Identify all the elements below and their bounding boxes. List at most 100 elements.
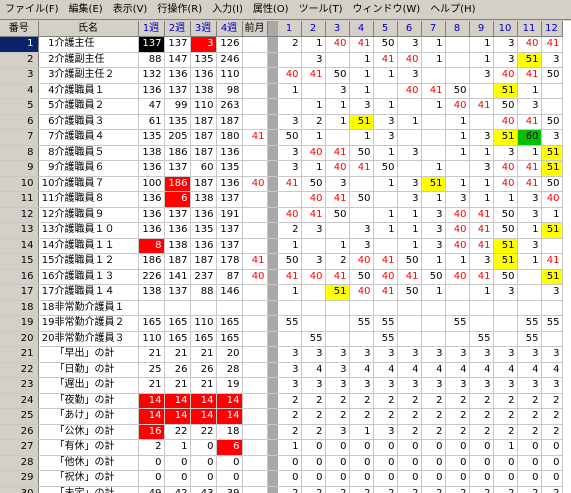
day-shift-cell[interactable]: 55 (445, 315, 470, 332)
day-shift-cell[interactable]: 3 (325, 176, 350, 192)
day-shift-cell[interactable]: 50 (493, 207, 518, 223)
day-shift-cell[interactable]: 50 (493, 222, 518, 239)
prev-month-cell[interactable] (242, 238, 268, 254)
staff-name-cell[interactable]: 9介護職員６ (38, 160, 139, 177)
day-shift-cell[interactable]: 3 (493, 346, 518, 363)
column-header[interactable]: 2 (301, 21, 326, 37)
week-total-cell[interactable]: 47 (138, 98, 165, 115)
day-shift-cell[interactable]: 4 (541, 362, 563, 378)
day-shift-cell[interactable]: 40 (445, 222, 470, 239)
week-total-cell[interactable]: 147 (164, 52, 191, 68)
day-shift-cell[interactable]: 3 (373, 424, 398, 440)
day-shift-cell[interactable]: 55 (517, 331, 542, 347)
day-shift-cell[interactable]: 41 (277, 269, 302, 285)
table-row[interactable]: 4 4介護職員１ 136 137 138 98 1 3 1 40 41 50 51 1 (0, 83, 563, 99)
table-row[interactable]: 16 16介護職員１３ 226 141 237 87 40 41 40 41 50 40 41 50 40 4… (0, 269, 563, 285)
week-total-cell[interactable]: 19 (216, 377, 243, 394)
day-shift-cell[interactable]: 50 (493, 98, 518, 115)
day-shift-cell[interactable] (301, 315, 326, 332)
day-shift-cell[interactable]: 3 (277, 145, 302, 161)
day-shift-cell[interactable]: 40 (445, 207, 470, 223)
prev-month-cell[interactable] (242, 207, 268, 223)
day-shift-cell[interactable]: 3 (301, 253, 326, 270)
day-shift-cell[interactable]: 3 (277, 160, 302, 177)
day-shift-cell[interactable]: 1 (445, 176, 470, 192)
week-total-cell[interactable]: 178 (216, 253, 243, 270)
prev-month-cell[interactable] (242, 145, 268, 161)
day-shift-cell[interactable]: 50 (373, 36, 398, 53)
day-shift-cell[interactable]: 3 (541, 52, 563, 68)
day-shift-cell[interactable]: 2 (277, 408, 302, 425)
table-row[interactable]: 10 10介護職員７ 100 186 187 136 40 41 50 3 1 3 51 1 1 40 41 50 (0, 176, 563, 192)
day-shift-cell[interactable]: 0 (277, 470, 302, 487)
staff-name-cell[interactable]: 14介護職員１１ (38, 238, 139, 254)
week-total-cell[interactable]: 146 (216, 284, 243, 301)
week-total-cell[interactable]: 138 (190, 83, 217, 99)
week-total-cell[interactable]: 136 (216, 145, 243, 161)
day-shift-cell[interactable]: 3 (469, 129, 494, 146)
day-shift-cell[interactable]: 4 (349, 362, 374, 378)
table-row[interactable]: 19 19非常勤介護員２ 165 165 110 165 55 55 55 55 55 55 (0, 315, 563, 332)
day-shift-cell[interactable]: 1 (469, 191, 494, 208)
day-shift-cell[interactable] (301, 284, 326, 301)
column-header[interactable]: 6 (397, 21, 422, 37)
day-shift-cell[interactable]: 2 (397, 486, 422, 493)
day-shift-cell[interactable]: 41 (325, 191, 350, 208)
staff-name-cell[interactable]: 4介護職員１ (38, 83, 139, 99)
week-total-cell[interactable]: 8 (138, 238, 165, 254)
week-total-cell[interactable]: 26 (190, 362, 217, 378)
day-shift-cell[interactable]: 2 (301, 424, 326, 440)
week-total-cell[interactable]: 165 (164, 331, 191, 347)
day-shift-cell[interactable]: 41 (517, 67, 542, 84)
day-shift-cell[interactable]: 51 (541, 269, 563, 285)
day-shift-cell[interactable]: 2 (301, 393, 326, 409)
day-shift-cell[interactable]: 2 (421, 424, 446, 440)
day-shift-cell[interactable] (277, 52, 302, 68)
day-shift-cell[interactable]: 40 (325, 160, 350, 177)
day-shift-cell[interactable] (541, 83, 563, 99)
day-shift-cell[interactable]: 3 (541, 377, 563, 394)
staff-name-cell[interactable]: 「日勤」の計 (38, 362, 139, 378)
day-shift-cell[interactable]: 1 (421, 160, 446, 177)
day-shift-cell[interactable]: 2 (445, 424, 470, 440)
day-shift-cell[interactable]: 1 (493, 439, 518, 456)
row-number[interactable]: 15 (0, 253, 39, 270)
week-total-cell[interactable]: 22 (190, 424, 217, 440)
day-shift-cell[interactable]: 3 (517, 191, 542, 208)
day-shift-cell[interactable]: 55 (277, 315, 302, 332)
day-shift-cell[interactable]: 1 (445, 129, 470, 146)
column-header[interactable] (267, 21, 278, 37)
day-shift-cell[interactable] (445, 300, 470, 316)
row-number[interactable]: 20 (0, 331, 39, 347)
week-total-cell[interactable]: 187 (190, 114, 217, 130)
day-shift-cell[interactable]: 2 (517, 486, 542, 493)
week-total-cell[interactable]: 25 (138, 362, 165, 378)
week-total-cell[interactable]: 14 (190, 408, 217, 425)
day-shift-cell[interactable]: 2 (541, 408, 563, 425)
day-shift-cell[interactable]: 2 (541, 393, 563, 409)
row-number[interactable]: 21 (0, 346, 39, 363)
day-shift-cell[interactable]: 60 (517, 129, 542, 146)
day-shift-cell[interactable]: 2 (421, 486, 446, 493)
day-shift-cell[interactable] (469, 83, 494, 99)
day-shift-cell[interactable]: 50 (493, 269, 518, 285)
day-shift-cell[interactable]: 1 (517, 83, 542, 99)
day-shift-cell[interactable] (349, 331, 374, 347)
day-shift-cell[interactable]: 3 (493, 284, 518, 301)
week-total-cell[interactable]: 2 (138, 439, 165, 456)
table-row[interactable]: 24 「夜勤」の計 14 14 14 14 2 2 2 2 2 2 2 2 2 2 2 2 (0, 393, 563, 409)
staff-name-cell[interactable]: 12介護職員９ (38, 207, 139, 223)
staff-name-cell[interactable]: 20非常勤介護員３ (38, 331, 139, 347)
day-shift-cell[interactable]: 41 (469, 222, 494, 239)
day-shift-cell[interactable]: 41 (373, 52, 398, 68)
week-total-cell[interactable]: 138 (138, 145, 165, 161)
day-shift-cell[interactable] (421, 315, 446, 332)
day-shift-cell[interactable]: 3 (493, 145, 518, 161)
prev-month-cell[interactable] (242, 315, 268, 332)
week-total-cell[interactable]: 136 (138, 191, 165, 208)
day-shift-cell[interactable]: 1 (373, 98, 398, 115)
day-shift-cell[interactable]: 40 (493, 114, 518, 130)
day-shift-cell[interactable]: 3 (421, 207, 446, 223)
row-number[interactable]: 23 (0, 377, 39, 394)
day-shift-cell[interactable]: 0 (421, 439, 446, 456)
